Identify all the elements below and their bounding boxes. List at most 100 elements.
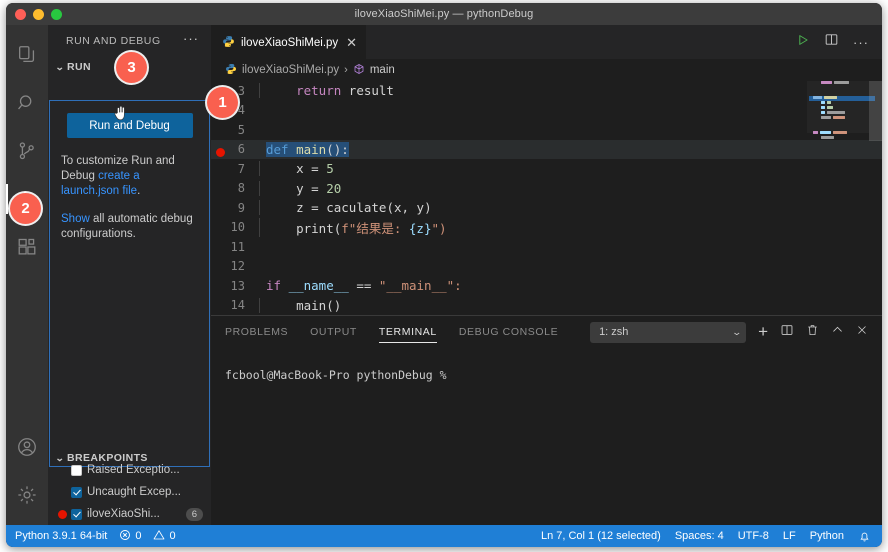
error-icon — [119, 529, 131, 544]
traffic-lights[interactable] — [15, 3, 62, 25]
show-link[interactable]: Show — [61, 213, 90, 225]
line-number: 12 — [230, 259, 245, 274]
breakpoint-checkbox[interactable] — [71, 464, 82, 476]
tab-ilovexiaoshimei-py[interactable]: iloveXiaoShiMei.py ✕ — [211, 25, 367, 59]
close-icon[interactable] — [856, 323, 868, 341]
status-cursor-position[interactable]: Ln 7, Col 1 (12 selected) — [541, 530, 661, 542]
code-text: if __name__ == "__main__": — [259, 278, 462, 293]
maximize-window-button[interactable] — [51, 8, 62, 20]
sidebar-item-extensions[interactable] — [6, 223, 48, 271]
breakpoints-list: Raised Exceptio... Uncaught Excep... ilo… — [48, 459, 211, 525]
bottom-panel: PROBLEMS OUTPUT TERMINAL DEBUG CONSOLE 1… — [211, 315, 882, 525]
minimize-window-button[interactable] — [33, 8, 44, 20]
tab-output[interactable]: OUTPUT — [310, 316, 357, 348]
manage-settings-button[interactable] — [6, 471, 48, 519]
code-editor[interactable]: 3 return result 4 5 6 def main(): 7 x = 58 y … — [211, 81, 882, 315]
code-line[interactable]: 12 — [211, 257, 882, 277]
code-line[interactable]: 13 if __name__ == "__main__": — [211, 276, 882, 296]
title-bar: iloveXiaoShiMei.py — pythonDebug — [6, 3, 882, 25]
status-error-count[interactable]: 0 — [119, 529, 141, 544]
tab-terminal[interactable]: TERMINAL — [378, 316, 437, 348]
code-token: 20 — [326, 180, 342, 196]
annotation-badge-1: 1 — [207, 87, 238, 118]
line-number: 7 — [237, 161, 245, 176]
list-item[interactable]: iloveXiaoShi... 6 — [48, 503, 211, 525]
breadcrumb-symbol[interactable]: main — [370, 64, 395, 76]
code-text: y = 20 — [259, 180, 342, 196]
code-line[interactable]: 6 def main(): — [211, 139, 882, 159]
code-line[interactable]: 5 — [211, 120, 882, 140]
code-line[interactable]: 9 z = caculate(x, y) — [211, 198, 882, 218]
line-number: 13 — [230, 278, 245, 293]
code-token: caculate — [326, 200, 387, 216]
sidebar-item-search[interactable] — [6, 79, 48, 127]
play-icon[interactable] — [796, 33, 810, 52]
line-number: 5 — [237, 122, 245, 137]
terminal-output[interactable]: fcbool@MacBook-Pro pythonDebug % — [211, 348, 882, 382]
breakpoint-checkbox[interactable] — [71, 486, 82, 498]
code-line[interactable]: 8 y = 20 — [211, 179, 882, 199]
list-item[interactable]: Uncaught Excep... — [48, 481, 211, 503]
breakpoint-checkbox[interactable] — [71, 508, 82, 520]
breadcrumb: iloveXiaoShiMei.py › main — [211, 59, 882, 81]
code-text: main() — [259, 297, 341, 313]
bell-icon[interactable] — [858, 530, 871, 543]
code-text: def main(): — [259, 141, 349, 157]
customize-run-debug-text: To customize Run and Debug create a laun… — [61, 154, 199, 199]
code-line[interactable]: 10 print(f"结果是: {z}") — [211, 217, 882, 238]
minimap[interactable] — [807, 81, 875, 141]
code-line[interactable]: 4 — [211, 101, 882, 121]
code-lines: 3 return result 4 5 6 def main(): 7 x = 58 y … — [211, 81, 882, 315]
close-window-button[interactable] — [15, 8, 26, 20]
run-section-label: RUN — [67, 61, 91, 73]
code-line[interactable]: 14 main() — [211, 296, 882, 316]
ellipsis-icon[interactable]: ··· — [853, 35, 869, 50]
status-warning-count[interactable]: 0 — [153, 529, 176, 544]
plus-icon[interactable]: + — [758, 323, 768, 340]
terminal-selector[interactable]: 1: zsh ⌄ — [590, 321, 747, 343]
status-language-mode[interactable]: Python — [810, 530, 844, 542]
code-token: result — [341, 83, 394, 99]
code-token: f"结果是: — [341, 220, 409, 236]
code-token: print — [296, 220, 334, 236]
code-line[interactable]: 11 — [211, 237, 882, 257]
activity-bar — [6, 25, 48, 525]
status-bar-left: Python 3.9.1 64-bit 0 0 — [6, 529, 176, 544]
accounts-button[interactable] — [6, 423, 48, 471]
side-bar: RUN AND DEBUG ··· ⌄ RUN Run and Debug To… — [48, 25, 211, 525]
status-encoding[interactable]: UTF-8 — [738, 530, 769, 542]
run-and-debug-button[interactable]: Run and Debug — [66, 113, 193, 138]
list-item[interactable]: Raised Exceptio... — [48, 459, 211, 481]
status-python-interpreter[interactable]: Python 3.9.1 64-bit — [15, 530, 107, 542]
code-line[interactable]: 7 x = 5 — [211, 159, 882, 179]
warning-count-label: 0 — [169, 530, 176, 542]
chevron-up-icon[interactable] — [831, 323, 844, 341]
minimap-slider[interactable] — [807, 81, 869, 133]
show-auto-configs-text: Show all automatic debug configurations. — [61, 212, 199, 242]
tab-problems[interactable]: PROBLEMS — [225, 316, 288, 348]
code-token: if — [266, 278, 289, 294]
sidebar-title: RUN AND DEBUG — [66, 34, 161, 47]
sidebar-item-explorer[interactable] — [6, 31, 48, 79]
error-count-label: 0 — [135, 530, 142, 542]
status-indentation[interactable]: Spaces: 4 — [675, 530, 724, 542]
code-token: return — [296, 83, 342, 99]
code-token: z = — [266, 200, 327, 216]
code-line[interactable]: 3 return result — [211, 81, 882, 101]
breadcrumb-file[interactable]: iloveXiaoShiMei.py — [242, 64, 339, 76]
split-icon[interactable] — [780, 323, 794, 342]
breadcrumb-separator: › — [344, 64, 348, 76]
breakpoint-marker-icon[interactable] — [216, 147, 225, 157]
sidebar-item-source-control[interactable] — [6, 127, 48, 175]
ellipsis-icon[interactable]: ··· — [183, 31, 207, 50]
breakpoint-label: iloveXiaoShi... — [87, 508, 160, 520]
account-icon — [16, 436, 38, 458]
split-editor-icon[interactable] — [824, 32, 839, 52]
editor-scrollbar[interactable] — [869, 81, 882, 141]
status-eol[interactable]: LF — [783, 530, 796, 542]
trash-icon[interactable] — [806, 323, 819, 342]
close-icon[interactable]: ✕ — [346, 35, 357, 51]
tab-debug-console[interactable]: DEBUG CONSOLE — [459, 316, 558, 348]
